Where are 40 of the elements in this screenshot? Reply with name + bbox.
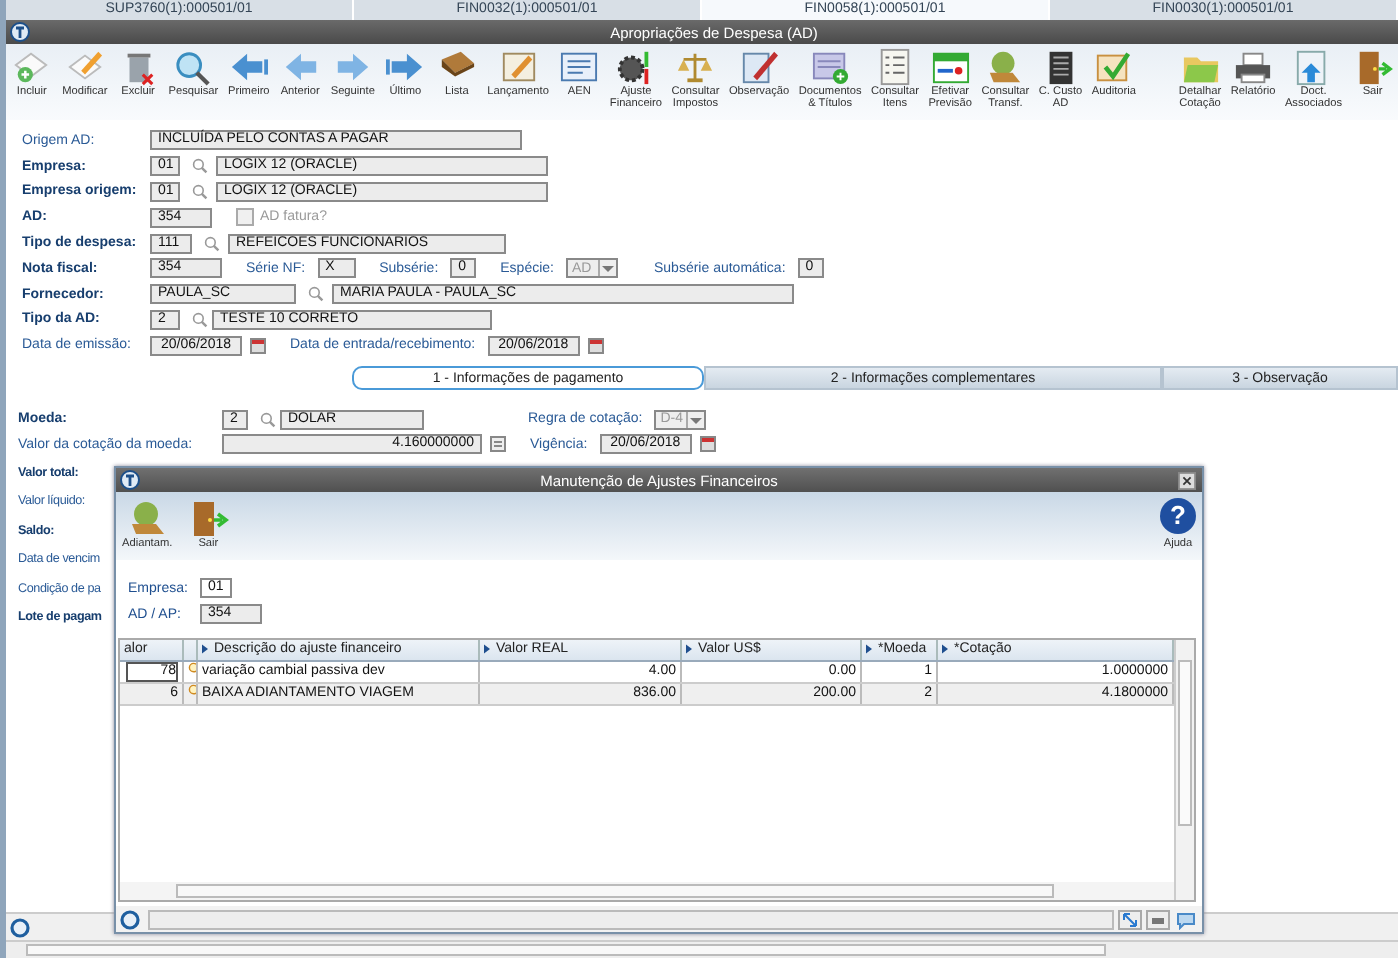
triangle-icon bbox=[202, 644, 208, 655]
scale-icon bbox=[674, 48, 717, 86]
notebook-icon bbox=[497, 48, 540, 86]
triangle-icon bbox=[484, 644, 490, 655]
logo-icon bbox=[120, 470, 140, 490]
dropdown-arrow-icon bbox=[686, 411, 705, 428]
search-icon[interactable] bbox=[308, 286, 324, 303]
horizontal-scrollbar[interactable] bbox=[120, 882, 1174, 900]
vertical-scrollbar[interactable] bbox=[1174, 639, 1194, 900]
close-icon[interactable] bbox=[1178, 471, 1196, 489]
calculator-icon[interactable] bbox=[490, 436, 506, 453]
calendar-icon[interactable] bbox=[250, 337, 266, 354]
printer-icon bbox=[1232, 48, 1275, 86]
calendar-icon bbox=[929, 48, 972, 86]
ring-icon[interactable] bbox=[10, 917, 30, 937]
logo-icon bbox=[10, 22, 30, 42]
search-icon[interactable] bbox=[192, 158, 208, 175]
calendar-icon[interactable] bbox=[699, 436, 716, 453]
triangle-icon bbox=[686, 644, 692, 655]
dropdown-arrow-icon bbox=[598, 260, 616, 277]
search-icon bbox=[172, 48, 215, 86]
ring-icon[interactable] bbox=[120, 909, 140, 929]
horizontal-scrollbar[interactable] bbox=[6, 940, 1398, 958]
arrow-left-icon bbox=[227, 48, 270, 86]
checkmark-icon bbox=[1092, 48, 1135, 86]
search-icon[interactable] bbox=[192, 311, 208, 328]
search-icon[interactable] bbox=[204, 235, 220, 252]
printer-icon[interactable] bbox=[1146, 909, 1170, 929]
add-document-icon bbox=[10, 48, 53, 86]
pencil-document-icon bbox=[738, 48, 781, 86]
calendar-icon[interactable] bbox=[587, 337, 604, 354]
triangle-icon bbox=[942, 644, 948, 655]
search-icon[interactable] bbox=[192, 183, 208, 200]
resize-icon[interactable] bbox=[1118, 909, 1142, 929]
chat-icon[interactable] bbox=[1174, 909, 1198, 929]
form-icon bbox=[558, 48, 601, 86]
document-plus-icon bbox=[809, 48, 852, 86]
arrow-right-icon bbox=[384, 48, 427, 86]
search-icon[interactable] bbox=[260, 411, 276, 428]
triangle-icon bbox=[866, 644, 872, 655]
